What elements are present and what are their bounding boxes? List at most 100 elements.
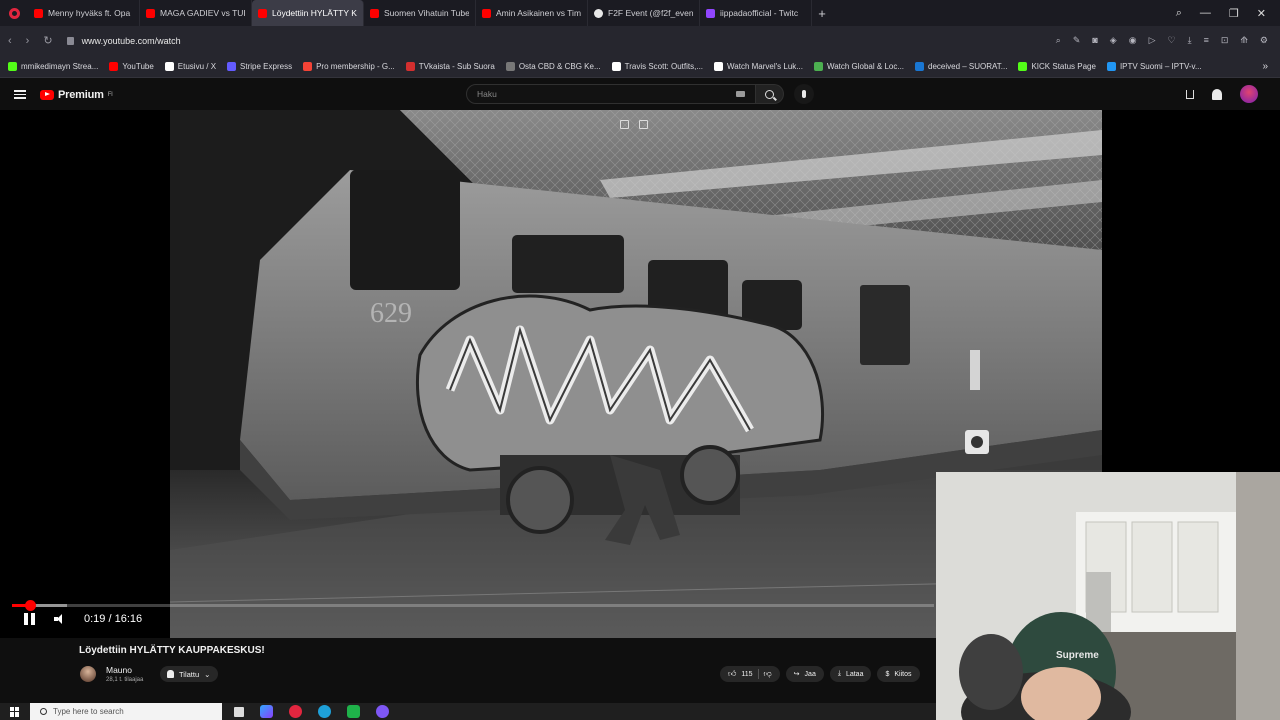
account-lock-icon[interactable]: ⊡ <box>1221 35 1229 46</box>
progress-bar[interactable] <box>12 600 934 611</box>
keyboard-icon[interactable] <box>736 91 745 97</box>
fullscreen-expand-icon[interactable] <box>639 120 648 129</box>
vpn-icon[interactable]: ◉ <box>1129 35 1137 46</box>
forward-icon[interactable]: › <box>26 35 30 47</box>
share-button[interactable]: ↪ Jaa <box>785 666 824 682</box>
bookmark-item[interactable]: Watch Global & Loc... <box>813 61 905 71</box>
search-input[interactable]: Haku <box>466 84 756 104</box>
task-view-icon[interactable] <box>234 706 244 717</box>
bookmark-item[interactable]: TVkaista - Sub Suora <box>405 61 495 71</box>
bookmark-item[interactable]: IPTV Suomi – IPTV-v... <box>1106 61 1202 71</box>
bookmark-item[interactable]: Etusivu / X <box>164 61 216 71</box>
bookmark-favicon-icon <box>303 61 313 71</box>
chat-app-icon[interactable] <box>347 705 360 718</box>
back-icon[interactable]: ‹ <box>8 35 12 47</box>
video-info: Löydettiin HYLÄTTY KAUPPAKESKUS! Mauno 2… <box>0 638 936 696</box>
bookmark-item[interactable]: Watch Marvel's Luk... <box>714 61 803 71</box>
discord-app-icon[interactable] <box>376 705 389 718</box>
url-field[interactable]: www.youtube.com/watch <box>66 36 181 46</box>
bookmark-item[interactable]: Osta CBD & CBG Ke... <box>505 61 601 71</box>
bookmark-label: Pro membership - G... <box>316 61 395 71</box>
youtube-masthead: Premium FI Haku <box>0 79 1280 110</box>
tab-title: MAGA GADIEV vs TUHMA <box>160 8 245 18</box>
channel-avatar[interactable] <box>80 666 96 682</box>
taskbar-search-input[interactable]: Type here to search <box>30 703 222 720</box>
like-count[interactable]: 115 <box>741 671 752 678</box>
bookmark-item[interactable]: deceived – SUORAT... <box>915 61 1007 71</box>
tab-title: Amin Asikainen vs Timo L <box>496 8 581 18</box>
bookmark-item[interactable]: Travis Scott: Outfits,... <box>611 61 704 71</box>
bookmark-item[interactable]: YouTube <box>109 61 154 71</box>
bookmark-label: Travis Scott: Outfits,... <box>624 61 704 71</box>
taskbar-search-placeholder: Type here to search <box>53 707 124 716</box>
dislike-icon[interactable]: 👎︎ <box>764 669 772 679</box>
youtube-premium-logo[interactable]: Premium FI <box>40 89 113 101</box>
edge-app-icon[interactable] <box>318 705 331 718</box>
bookmark-item[interactable]: KICK Status Page <box>1018 61 1096 71</box>
lock-icon[interactable] <box>66 36 74 45</box>
extension-icon[interactable]: ◈ <box>1110 35 1117 46</box>
menu-icon[interactable]: ≡ <box>1204 35 1209 46</box>
download-icon[interactable]: ⤓ <box>1188 35 1192 46</box>
account-avatar[interactable] <box>1240 85 1258 103</box>
bookmark-favicon-icon <box>405 61 415 71</box>
notifications-bell-icon[interactable] <box>1212 88 1222 100</box>
download-icon: ⤓ <box>837 670 841 677</box>
heart-icon[interactable]: ♡ <box>1168 35 1176 46</box>
player-top-controls <box>620 120 648 129</box>
webcam-overlay: Supreme <box>936 472 1280 720</box>
miniplayer-icon[interactable] <box>620 120 629 129</box>
hamburger-menu-icon[interactable] <box>14 90 26 99</box>
bookmark-favicon-icon <box>164 61 174 71</box>
channel-name[interactable]: Mauno <box>106 665 132 675</box>
address-bar-tools: ⌕ ✎ ◙ ◈ ◉ ▷ ♡ ⤓ ≡ ⊡ ⟰ ⚙ <box>1056 35 1272 46</box>
tab-search-icon[interactable]: ⌕ <box>1176 7 1182 20</box>
bookmark-item[interactable]: Pro membership - G... <box>303 61 395 71</box>
browser-tab[interactable]: MAGA GADIEV vs TUHMA <box>140 0 252 26</box>
browser-tab[interactable]: Amin Asikainen vs Timo L <box>476 0 588 26</box>
bookmarks-overflow-icon[interactable]: » <box>1262 61 1280 72</box>
new-tab-button[interactable]: + <box>812 6 832 21</box>
tab-title: Menny hyväks ft. Opa - Yo <box>48 8 133 18</box>
opera-logo-icon[interactable] <box>0 0 28 26</box>
minimize-icon[interactable]: — <box>1200 7 1211 19</box>
start-button[interactable] <box>0 706 30 717</box>
download-label: Lataa <box>845 670 864 678</box>
browser-tab[interactable]: F2F Event (@f2f_event) | T <box>588 0 700 26</box>
thanks-button[interactable]: $ Kiitos <box>877 666 920 682</box>
download-button[interactable]: ⤓ Lataa <box>829 666 872 682</box>
ai-icon[interactable]: ⟰ <box>1240 35 1248 46</box>
bookmark-label: YouTube <box>122 61 154 71</box>
browser-tab-strip: Menny hyväks ft. Opa - Yo MAGA GADIEV vs… <box>0 0 1280 26</box>
pause-icon[interactable] <box>24 613 36 625</box>
search-button[interactable] <box>756 84 784 104</box>
play-icon[interactable]: ▷ <box>1149 35 1156 46</box>
browser-tab[interactable]: Suomen Vihatuin Tubetta <box>364 0 476 26</box>
bookmark-item[interactable]: Stripe Express <box>227 61 292 71</box>
reload-icon[interactable]: ↻ <box>43 34 52 47</box>
browser-tab[interactable]: iippadaofficial - Twitc <box>700 0 812 26</box>
video-title: Löydettiin HYLÄTTY KAUPPAKESKUS! <box>79 645 265 656</box>
photoshop-app-icon[interactable] <box>260 705 273 718</box>
opera-app-icon[interactable] <box>289 705 302 718</box>
close-icon[interactable]: ✕ <box>1257 7 1266 20</box>
bookmark-favicon-icon <box>109 61 119 71</box>
bookmark-label: Watch Global & Loc... <box>826 61 905 71</box>
subscribed-button[interactable]: Tilattu ⌄ <box>160 666 219 682</box>
bookmark-item[interactable]: mmikedimayn Strea... <box>8 61 98 71</box>
windows-logo-icon <box>10 706 20 717</box>
maximize-icon[interactable]: ❐ <box>1229 7 1239 20</box>
search-icon <box>40 708 47 715</box>
like-icon[interactable]: 👍︎ <box>728 669 736 679</box>
progress-scrubber-handle[interactable] <box>24 600 36 611</box>
search-icon[interactable]: ⌕ <box>1056 35 1061 46</box>
upload-icon[interactable] <box>1186 89 1194 99</box>
browser-tab-active[interactable]: Löydettiin HYLÄTTY K <box>252 0 364 26</box>
camera-icon[interactable]: ◙ <box>1092 35 1097 46</box>
volume-icon[interactable] <box>54 614 66 624</box>
edit-icon[interactable]: ✎ <box>1073 35 1081 46</box>
settings-icon[interactable]: ⚙ <box>1260 35 1268 46</box>
voice-search-button[interactable] <box>794 84 814 104</box>
search-icon <box>765 89 774 99</box>
browser-tab[interactable]: Menny hyväks ft. Opa - Yo <box>28 0 140 26</box>
